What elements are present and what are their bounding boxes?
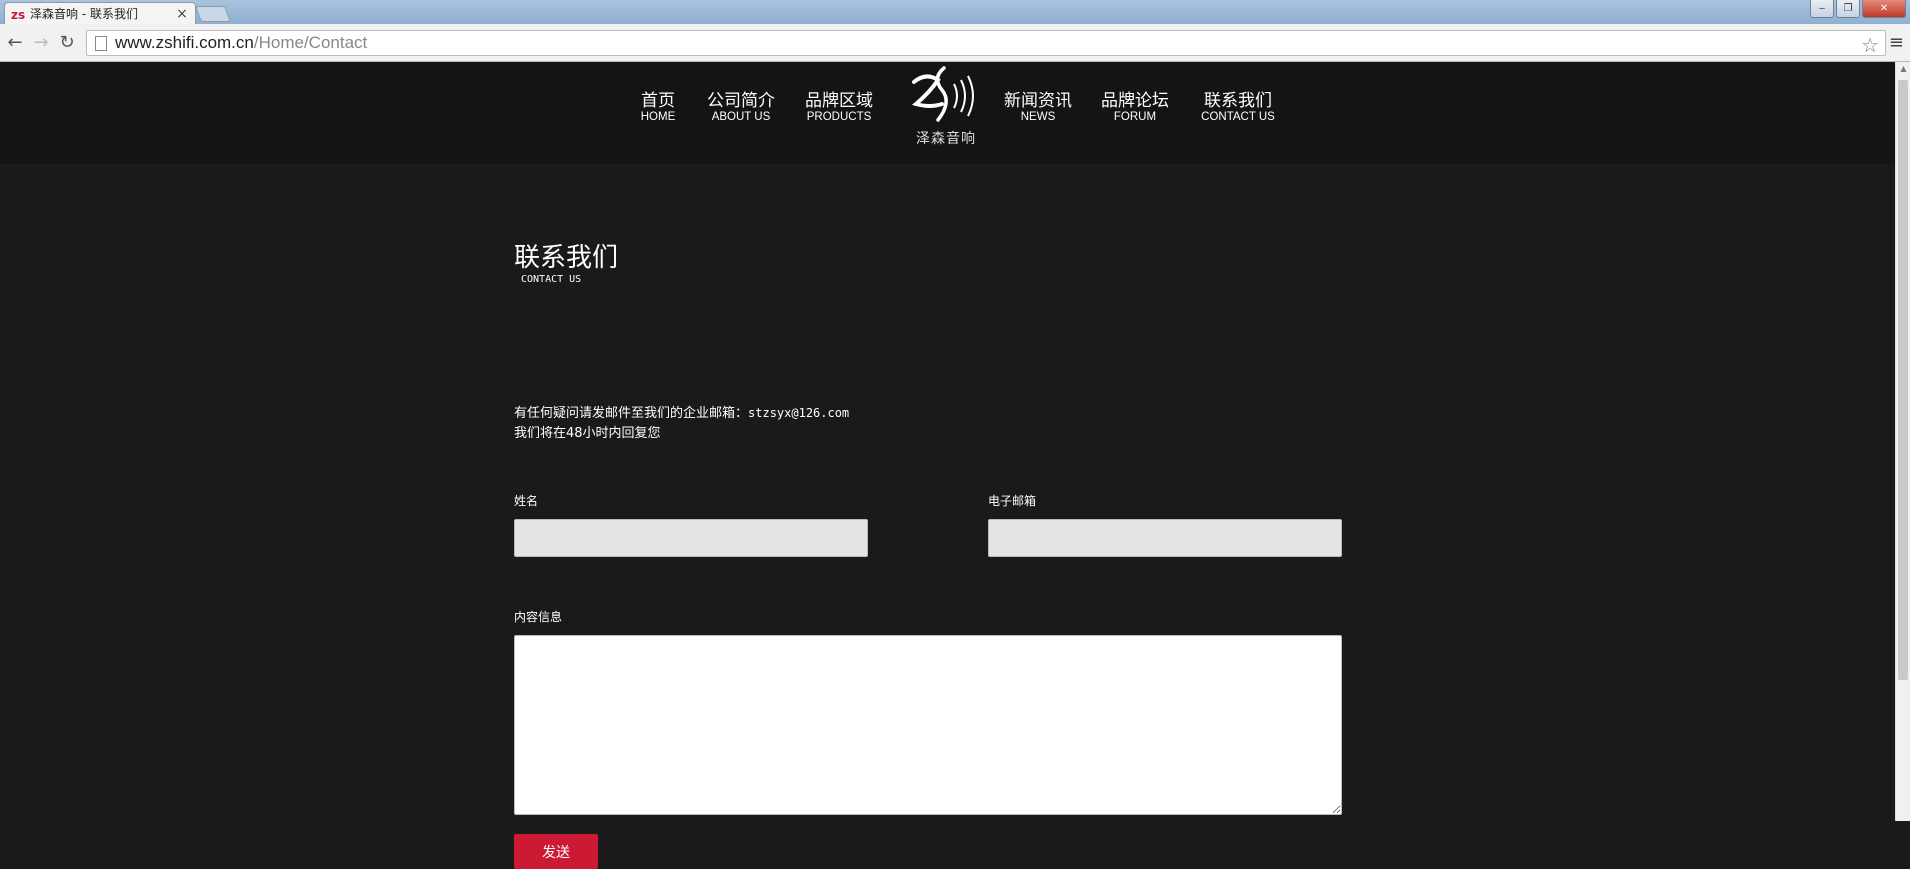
browser-tab[interactable]: zs 泽森音响 - 联系我们 × <box>4 2 196 24</box>
nav-item-forum[interactable]: 品牌论坛 FORUM <box>1098 91 1172 124</box>
nav-item-products[interactable]: 品牌区域 PRODUCTS <box>800 91 878 124</box>
nav-label-en: NEWS <box>1020 111 1056 123</box>
tab-close-icon[interactable]: × <box>175 6 189 22</box>
page-icon <box>95 35 107 51</box>
window-controls: ‒ ❐ ✕ <box>1808 0 1906 18</box>
email-input[interactable] <box>988 519 1342 557</box>
nav-label-en: ABOUT US <box>711 111 771 123</box>
browser-menu-icon[interactable]: ≡ <box>1889 32 1904 53</box>
send-button[interactable]: 发送 <box>514 834 598 869</box>
contact-section: 联系我们 CONTACT US 有任何疑问请发邮件至我们的企业邮箱：stzsyx… <box>514 242 1344 869</box>
nav-label-zh: 联系我们 <box>1204 91 1272 111</box>
page-title: 联系我们 <box>514 243 619 273</box>
nav-item-home[interactable]: 首页 HOME <box>636 91 680 124</box>
browser-tab-bar: zs 泽森音响 - 联系我们 × ‒ ❐ ✕ <box>0 0 1910 24</box>
nav-label-zh: 新闻资讯 <box>1004 91 1072 111</box>
nav-item-news[interactable]: 新闻资讯 NEWS <box>1002 91 1074 124</box>
nav-label-zh: 首页 <box>641 91 675 111</box>
nav-label-zh: 品牌论坛 <box>1101 91 1169 111</box>
nav-item-contact[interactable]: 联系我们 CONTACT US <box>1196 91 1280 124</box>
info-prefix: 有任何疑问请发邮件至我们的企业邮箱： <box>514 406 749 421</box>
reload-icon[interactable]: ↻ <box>56 32 78 54</box>
back-icon[interactable]: ← <box>4 32 26 54</box>
content-textarea[interactable] <box>514 635 1342 815</box>
contact-info-line1: 有任何疑问请发邮件至我们的企业邮箱：stzsyx@126.com <box>514 403 849 424</box>
maximize-icon[interactable]: ❐ <box>1836 0 1860 18</box>
name-label: 姓名 <box>514 494 539 508</box>
nav-label-zh: 品牌区域 <box>805 91 873 111</box>
url-path: /Home/Contact <box>253 33 368 52</box>
nav-label-zh: 公司简介 <box>707 91 775 111</box>
contact-email: stzsyx@126.com <box>748 406 850 420</box>
content-label: 内容信息 <box>514 610 563 624</box>
window-close-icon[interactable]: ✕ <box>1862 0 1906 18</box>
tab-title: 泽森音响 - 联系我们 <box>30 7 138 21</box>
page-subtitle: CONTACT US <box>521 274 582 285</box>
name-input[interactable] <box>514 519 868 557</box>
site-header: 首页 HOME 公司简介 ABOUT US 品牌区域 PRODUCTS 泽森音响… <box>0 62 1895 164</box>
contact-info: 有任何疑问请发邮件至我们的企业邮箱：stzsyx@126.com 我们将在48小… <box>514 403 849 444</box>
scrollbar-thumb[interactable] <box>1898 80 1908 680</box>
nav-item-about[interactable]: 公司简介 ABOUT US <box>704 91 778 124</box>
nav-label-en: CONTACT US <box>1201 111 1275 123</box>
scroll-up-icon[interactable]: ▲ <box>1896 64 1910 73</box>
contact-info-line2: 我们将在48小时内回复您 <box>514 426 661 441</box>
page-viewport: 首页 HOME 公司简介 ABOUT US 品牌区域 PRODUCTS 泽森音响… <box>0 62 1895 869</box>
minimize-icon[interactable]: ‒ <box>1810 0 1834 18</box>
site-favicon-icon: zs <box>11 7 25 21</box>
logo-mark-icon <box>911 66 974 122</box>
forward-icon[interactable]: → <box>30 32 52 54</box>
address-bar[interactable]: www.zshifi.com.cn/Home/Contact ☆ <box>86 30 1886 58</box>
nav-label-en: HOME <box>640 111 676 123</box>
bookmark-star-icon[interactable]: ☆ <box>1861 33 1879 58</box>
page-scrollbar[interactable]: ▲ <box>1895 62 1910 821</box>
site-logo[interactable]: 泽森音响 <box>906 64 986 160</box>
email-label: 电子邮箱 <box>988 494 1037 508</box>
new-tab-button[interactable] <box>195 6 231 22</box>
svg-text:zs: zs <box>11 8 25 21</box>
nav-label-en: FORUM <box>1113 111 1157 123</box>
logo-text: 泽森音响 <box>916 131 976 147</box>
browser-toolbar: ← → ↻ www.zshifi.com.cn/Home/Contact ☆ ≡ <box>0 24 1910 62</box>
nav-label-en: PRODUCTS <box>806 111 872 123</box>
url-host: www.zshifi.com.cn <box>115 33 254 52</box>
